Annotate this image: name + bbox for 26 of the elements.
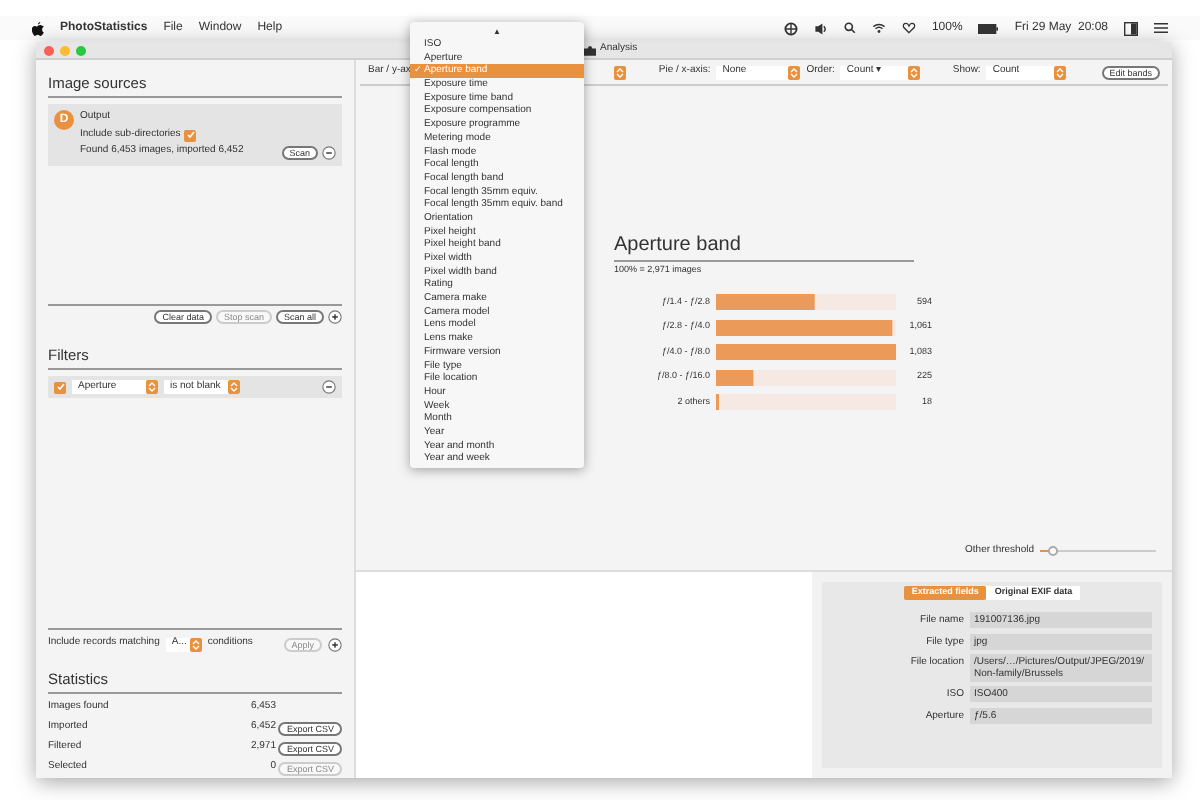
bar xyxy=(716,294,815,310)
wifi-icon[interactable] xyxy=(871,22,886,34)
remove-icon[interactable] xyxy=(322,145,336,159)
window-icon[interactable] xyxy=(1124,21,1138,35)
heart-icon[interactable] xyxy=(901,22,916,34)
chart-title: Aperture band xyxy=(614,230,914,262)
stepper-icon xyxy=(1054,65,1067,79)
slider-thumb[interactable] xyxy=(1047,545,1058,556)
globe-icon[interactable] xyxy=(783,21,798,35)
remove-icon[interactable] xyxy=(322,380,336,395)
add-icon[interactable] xyxy=(328,637,342,651)
search-icon[interactable] xyxy=(843,22,856,34)
stepper-icon xyxy=(228,380,240,395)
bar xyxy=(716,369,754,385)
stepper-icon xyxy=(189,637,202,651)
add-icon[interactable] xyxy=(328,310,342,324)
stepper-icon xyxy=(146,380,158,395)
camera-icon xyxy=(584,45,596,55)
checkbox[interactable] xyxy=(54,381,66,394)
list-icon[interactable] xyxy=(1154,22,1168,34)
apple-logo-icon[interactable] xyxy=(32,21,44,35)
stepper-icon xyxy=(908,65,921,79)
volume-icon[interactable] xyxy=(813,21,828,35)
checkbox[interactable] xyxy=(184,129,197,141)
stepper-icon xyxy=(788,65,801,79)
battery-icon[interactable] xyxy=(978,23,999,33)
